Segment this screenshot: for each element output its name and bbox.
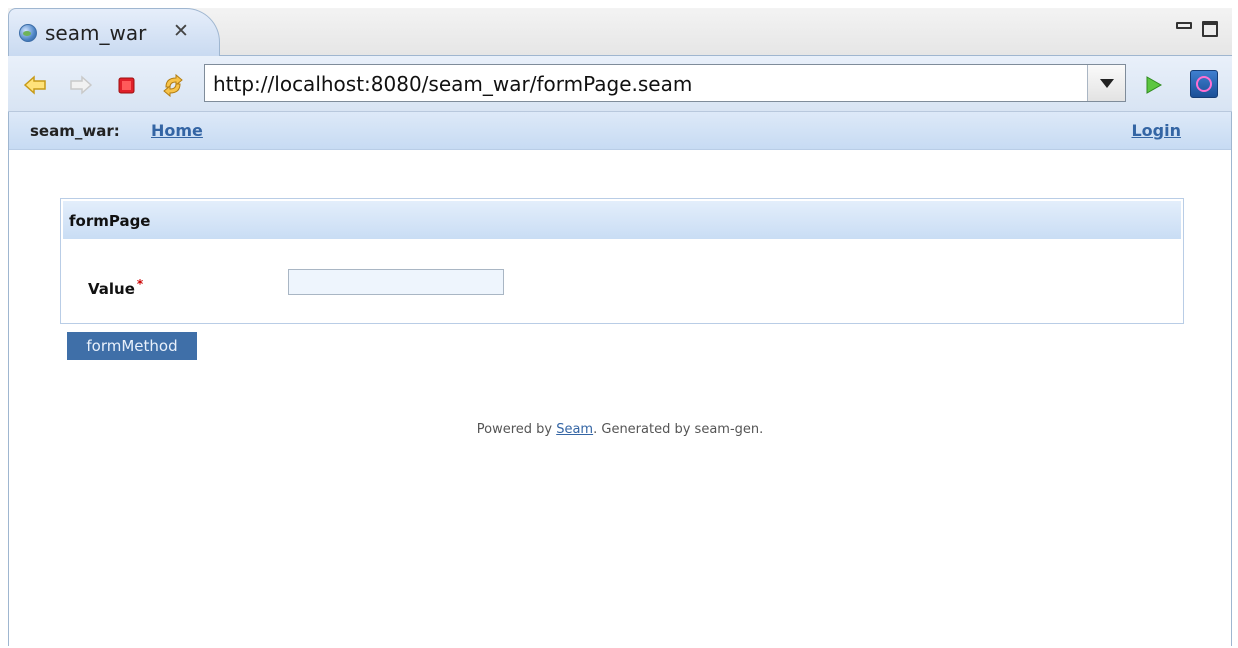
value-input[interactable] bbox=[288, 269, 504, 295]
go-icon bbox=[1146, 76, 1163, 94]
browser-toolbar: http://localhost:8080/seam_war/formPage.… bbox=[8, 56, 1232, 112]
minimize-icon[interactable] bbox=[1176, 22, 1192, 29]
page-footer: Powered by Seam. Generated by seam-gen. bbox=[9, 422, 1231, 437]
refresh-button[interactable] bbox=[160, 72, 186, 98]
home-link[interactable]: Home bbox=[151, 121, 203, 140]
url-bar[interactable]: http://localhost:8080/seam_war/formPage.… bbox=[204, 64, 1126, 102]
url-input[interactable]: http://localhost:8080/seam_war/formPage.… bbox=[213, 72, 692, 96]
stop-button[interactable] bbox=[114, 72, 140, 98]
external-browser-icon[interactable] bbox=[1190, 70, 1218, 98]
web-page: seam_war: Home Login formPage Value * for… bbox=[9, 112, 1231, 646]
editor-tab[interactable]: seam_war ✕ bbox=[8, 8, 220, 56]
editor-tab-strip: seam_war ✕ bbox=[8, 8, 1232, 56]
back-arrow-icon bbox=[23, 75, 46, 95]
form-panel: formPage Value * bbox=[60, 198, 1184, 324]
close-tab-icon[interactable]: ✕ bbox=[173, 20, 189, 42]
site-navbar: seam_war: Home Login bbox=[9, 112, 1231, 150]
footer-prefix: Powered by bbox=[476, 422, 557, 437]
stop-icon bbox=[118, 77, 135, 94]
globe-icon bbox=[19, 24, 37, 42]
required-marker: * bbox=[136, 277, 144, 291]
value-label-text: Value bbox=[88, 280, 135, 298]
go-button[interactable] bbox=[1140, 72, 1166, 98]
footer-suffix: . Generated by seam-gen. bbox=[593, 422, 764, 437]
login-link[interactable]: Login bbox=[1131, 121, 1181, 140]
refresh-icon bbox=[163, 73, 183, 98]
maximize-icon[interactable] bbox=[1202, 21, 1218, 37]
site-brand: seam_war: bbox=[30, 122, 120, 140]
form-method-button[interactable]: formMethod bbox=[67, 332, 197, 360]
back-button[interactable] bbox=[22, 72, 48, 98]
value-label: Value * bbox=[88, 277, 143, 298]
form-title: formPage bbox=[69, 212, 151, 230]
url-history-dropdown-button[interactable] bbox=[1087, 65, 1125, 101]
form-panel-header: formPage bbox=[63, 201, 1181, 239]
forward-button[interactable] bbox=[68, 72, 94, 98]
forward-arrow-icon bbox=[70, 75, 93, 95]
seam-link[interactable]: Seam bbox=[556, 422, 593, 437]
tab-title: seam_war bbox=[45, 21, 147, 45]
